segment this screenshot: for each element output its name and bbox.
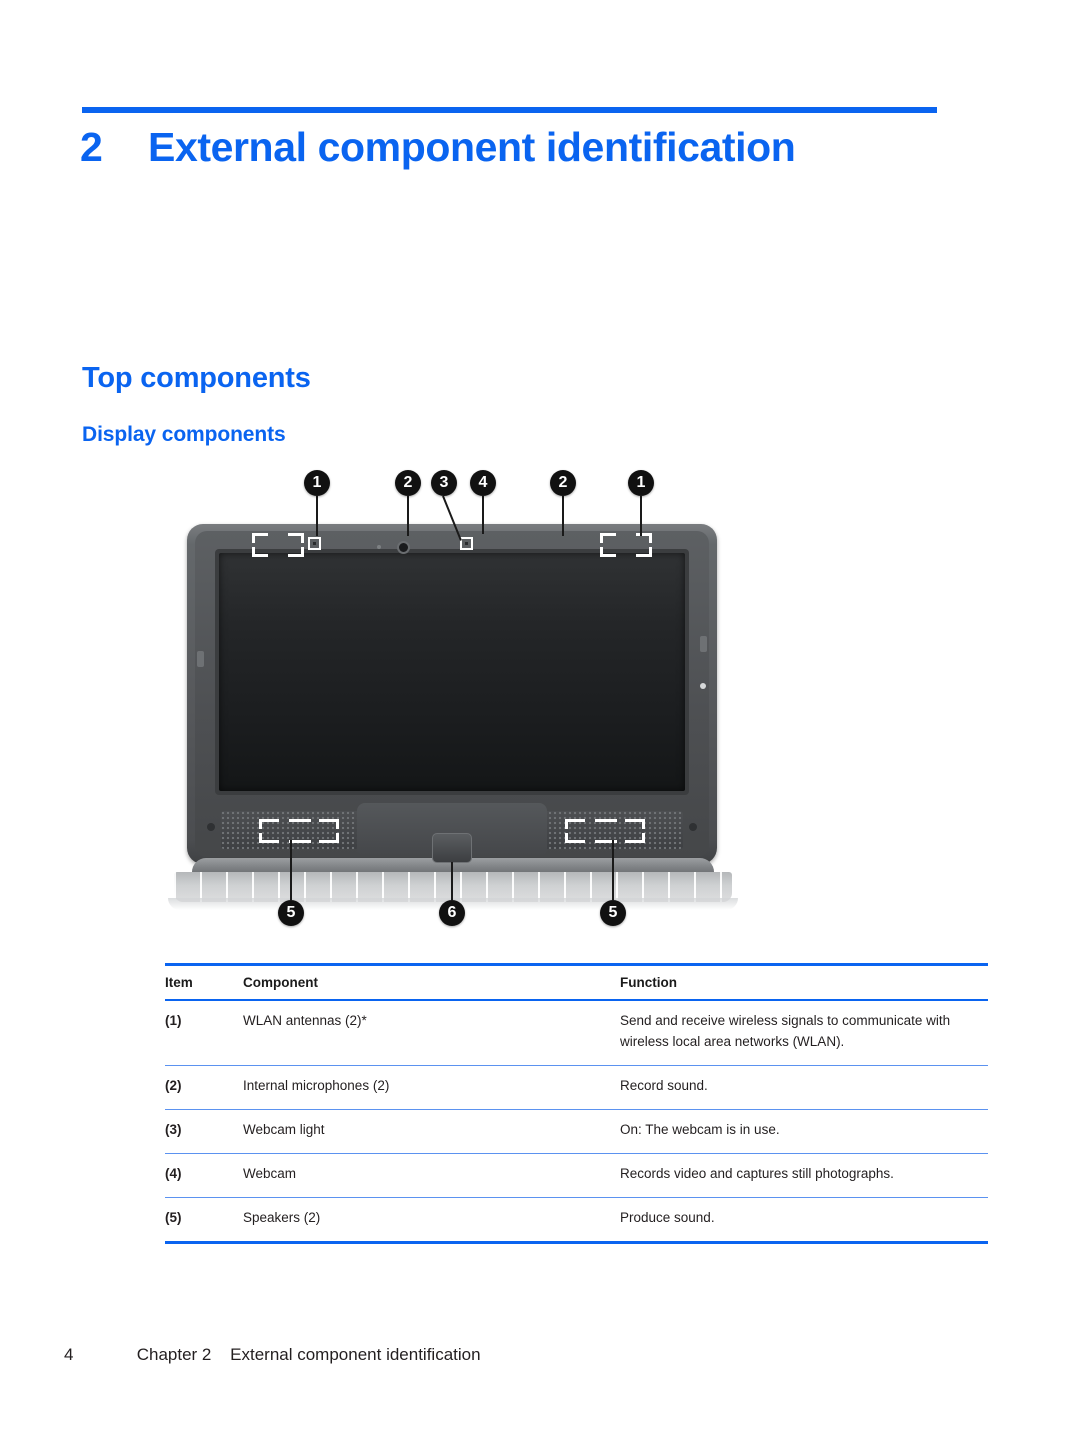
column-header-function: Function [620, 963, 988, 1001]
left-corner-screw-icon [207, 823, 215, 831]
right-corner-screw-icon [689, 823, 697, 831]
leader-line-4 [482, 496, 484, 534]
leader-line-6 [451, 862, 453, 900]
cell-component: WLAN antennas (2)* [243, 1000, 620, 1066]
footer-page-number: 4 [64, 1345, 74, 1364]
right-bezel-notch-icon [700, 636, 707, 652]
table-header-row: Item Component Function [165, 963, 988, 1001]
leader-line-5-right [612, 840, 614, 900]
table-row: (1) WLAN antennas (2)* Send and receive … [165, 1000, 988, 1066]
page-footer: 4 Chapter 2 External component identific… [64, 1345, 964, 1365]
display-lid-inner [195, 531, 709, 863]
table-row: (2) Internal microphones (2) Record soun… [165, 1065, 988, 1110]
column-header-component: Component [243, 963, 620, 1001]
cell-component: Internal microphones (2) [243, 1065, 620, 1110]
left-bezel-notch-icon [197, 651, 204, 667]
internal-microphone-right-icon [460, 537, 473, 550]
display-bezel [215, 549, 689, 795]
component-table: Item Component Function (1) WLAN antenna… [165, 963, 988, 1244]
display-release-latch-icon[interactable] [432, 833, 472, 863]
display-lid [187, 524, 717, 864]
leader-line-5-left [290, 840, 292, 900]
cell-component: Webcam light [243, 1109, 620, 1154]
cell-item: (1) [165, 1000, 243, 1066]
cell-component: Webcam [243, 1153, 620, 1198]
callout-2-left: 2 [395, 470, 421, 496]
callout-5-left: 5 [278, 900, 304, 926]
cell-component: Speakers (2) [243, 1197, 620, 1244]
chapter-number: 2 [80, 123, 103, 170]
display-screen [219, 553, 685, 791]
page-title: 2 External component identification [80, 112, 980, 182]
leader-line-1-right [640, 496, 642, 536]
cell-item: (3) [165, 1109, 243, 1154]
cell-function: Produce sound. [620, 1197, 988, 1244]
column-header-item: Item [165, 963, 243, 1001]
cell-function: On: The webcam is in use. [620, 1109, 988, 1154]
callout-3: 3 [431, 470, 457, 496]
callout-6: 6 [439, 900, 465, 926]
leader-line-2-right [562, 496, 564, 536]
cell-function: Records video and captures still photogr… [620, 1153, 988, 1198]
chapter-title-text: External component identification [148, 123, 796, 170]
section-heading: Top components [82, 362, 311, 394]
callout-2-right: 2 [550, 470, 576, 496]
cell-function: Send and receive wireless signals to com… [620, 1000, 988, 1066]
webcam-light-icon [377, 545, 381, 549]
footer-chapter-title: External component identification [230, 1345, 481, 1364]
callout-5-right: 5 [600, 900, 626, 926]
cell-item: (4) [165, 1153, 243, 1198]
display-hinge-block [357, 803, 547, 863]
leader-line-2-left [407, 496, 409, 536]
table-row: (5) Speakers (2) Produce sound. [165, 1197, 988, 1244]
table-row: (3) Webcam light On: The webcam is in us… [165, 1109, 988, 1154]
cell-item: (2) [165, 1065, 243, 1110]
cell-item: (5) [165, 1197, 243, 1244]
callout-1-left: 1 [304, 470, 330, 496]
cell-function: Record sound. [620, 1065, 988, 1110]
callout-4: 4 [470, 470, 496, 496]
callout-1-right: 1 [628, 470, 654, 496]
internal-microphone-left-icon [308, 537, 321, 550]
leader-line-1-left [316, 496, 318, 536]
right-bezel-button-icon[interactable] [700, 683, 706, 689]
subsection-heading: Display components [82, 423, 286, 446]
footer-chapter-label: Chapter 2 [136, 1345, 212, 1364]
table-row: (4) Webcam Records video and captures st… [165, 1153, 988, 1198]
display-components-figure: 1 2 3 4 2 1 5 6 5 [150, 462, 790, 962]
webcam-icon [397, 541, 410, 554]
laptop-illustration: 5 6 5 [150, 462, 790, 962]
